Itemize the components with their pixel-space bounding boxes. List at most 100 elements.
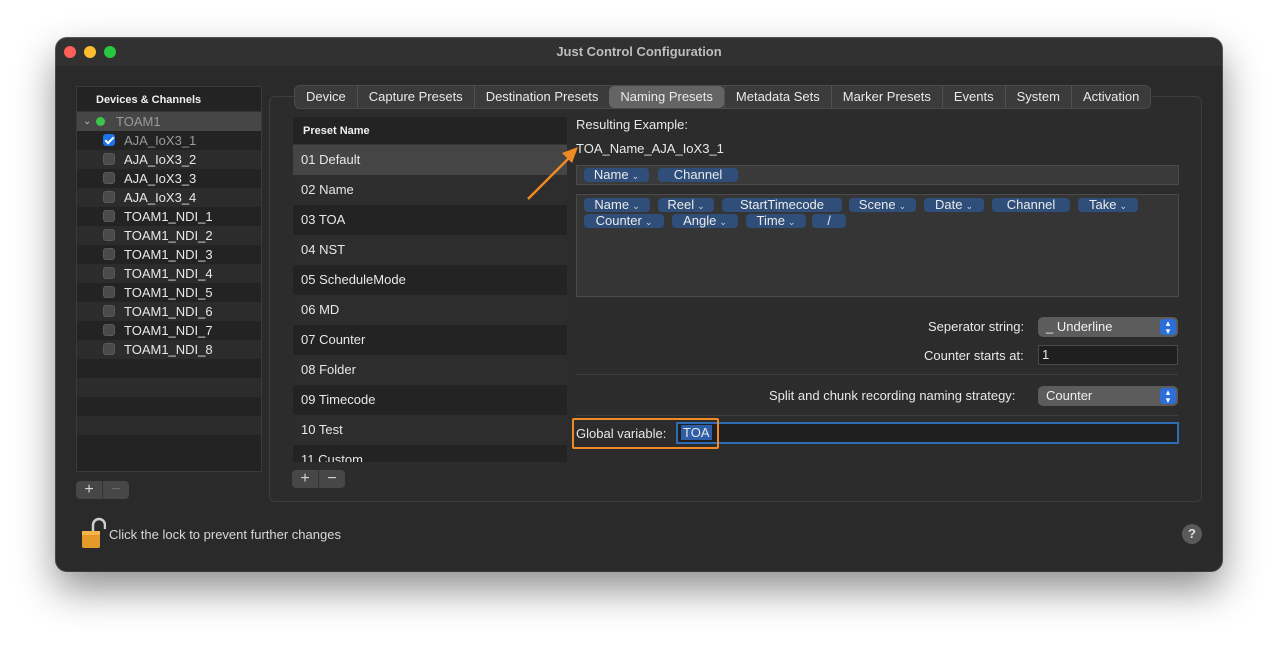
token-name[interactable]: Name ⌄: [584, 168, 649, 182]
token-take[interactable]: Take ⌄: [1078, 198, 1138, 212]
device-channel-row[interactable]: TOAM1_NDI_8: [77, 340, 261, 359]
status-dot-icon: [96, 117, 105, 126]
checkbox[interactable]: [103, 172, 115, 184]
device-channel-row[interactable]: AJA_IoX3_4: [77, 188, 261, 207]
device-channel-label: TOAM1_NDI_4: [124, 266, 213, 281]
preset-row[interactable]: 11 Custom: [293, 445, 567, 462]
token-channel[interactable]: Channel: [992, 198, 1070, 212]
chevron-down-icon: ⌄: [83, 116, 92, 127]
chevron-down-icon: ⌄: [1119, 201, 1127, 211]
checkbox[interactable]: [103, 191, 115, 203]
devices-header: Devices & Channels: [77, 87, 261, 112]
chevron-updown-icon: ▴ ▾: [1160, 319, 1176, 336]
checkbox[interactable]: [103, 343, 115, 355]
device-channel-row[interactable]: TOAM1_NDI_6: [77, 302, 261, 321]
chevron-down-icon: ⌄: [697, 201, 705, 211]
preset-row[interactable]: 06 MD: [293, 295, 567, 325]
window-title: Just Control Configuration: [556, 44, 722, 59]
preset-row[interactable]: 03 TOA: [293, 205, 567, 235]
token-scene[interactable]: Scene ⌄: [849, 198, 916, 212]
title-bar: Just Control Configuration: [56, 38, 1222, 66]
chevron-updown-icon: ▴ ▾: [1160, 388, 1176, 405]
checkbox[interactable]: [103, 324, 115, 336]
remove-device-button[interactable]: −: [102, 481, 129, 499]
device-channel-row[interactable]: TOAM1_NDI_4: [77, 264, 261, 283]
global-variable-field[interactable]: TOA: [676, 422, 1179, 444]
tab-naming-presets[interactable]: Naming Presets: [609, 86, 724, 108]
preset-row[interactable]: 08 Folder: [293, 355, 567, 385]
device-channel-label: TOAM1_NDI_1: [124, 209, 213, 224]
token-date[interactable]: Date ⌄: [924, 198, 984, 212]
preset-row[interactable]: 07 Counter: [293, 325, 567, 355]
token--[interactable]: /: [812, 214, 846, 228]
preset-row[interactable]: 09 Timecode: [293, 385, 567, 415]
tab-destination-presets[interactable]: Destination Presets: [473, 86, 610, 108]
tab-events[interactable]: Events: [941, 86, 1005, 108]
tab-activation[interactable]: Activation: [1070, 86, 1150, 108]
checkbox[interactable]: [103, 248, 115, 260]
token-starttimecode[interactable]: StartTimecode: [722, 198, 842, 212]
checkbox[interactable]: [103, 267, 115, 279]
token-counter[interactable]: Counter ⌄: [584, 214, 664, 228]
tab-device[interactable]: Device: [295, 86, 357, 108]
device-channel-row[interactable]: TOAM1_NDI_2: [77, 226, 261, 245]
token-angle[interactable]: Angle ⌄: [672, 214, 738, 228]
split-strategy-select[interactable]: Counter ▴ ▾: [1038, 386, 1178, 406]
chevron-down-icon: ⌄: [965, 201, 973, 211]
result-example: TOA_Name_AJA_IoX3_1: [576, 141, 724, 156]
chevron-down-icon: ⌄: [898, 201, 907, 211]
preset-row[interactable]: 05 ScheduleMode: [293, 265, 567, 295]
add-device-button[interactable]: +: [76, 481, 102, 499]
tab-marker-presets[interactable]: Marker Presets: [830, 86, 942, 108]
current-token-bar[interactable]: Name ⌄ Channel: [576, 165, 1179, 185]
token-time[interactable]: Time ⌄: [746, 214, 806, 228]
chevron-down-icon: ⌄: [719, 217, 727, 227]
device-channel-row[interactable]: AJA_IoX3_3: [77, 169, 261, 188]
device-group-label: TOAM1: [116, 114, 161, 129]
checkbox[interactable]: [103, 305, 115, 317]
annotation-arrow: [527, 147, 578, 200]
preset-row[interactable]: 10 Test: [293, 415, 567, 445]
device-channel-row[interactable]: TOAM1_NDI_7: [77, 321, 261, 340]
chevron-down-icon: ⌄: [787, 217, 796, 227]
token-reel[interactable]: Reel ⌄: [658, 198, 714, 212]
device-channel-row[interactable]: AJA_IoX3_1: [77, 131, 261, 150]
chevron-down-icon: ⌄: [631, 171, 640, 181]
preset-add-remove: + −: [292, 470, 345, 488]
device-channel-label: TOAM1_NDI_7: [124, 323, 213, 338]
lock-icon[interactable]: [80, 517, 106, 551]
checkbox[interactable]: [103, 134, 115, 146]
device-add-remove: + −: [76, 481, 129, 499]
device-channel-row[interactable]: TOAM1_NDI_3: [77, 245, 261, 264]
add-preset-button[interactable]: +: [292, 470, 318, 488]
preset-row[interactable]: 04 NST: [293, 235, 567, 265]
device-channel-label: TOAM1_NDI_2: [124, 228, 213, 243]
tab-system[interactable]: System: [1004, 86, 1071, 108]
remove-preset-button[interactable]: −: [318, 470, 345, 488]
token-channel[interactable]: Channel: [658, 168, 738, 182]
empty-row: [77, 397, 261, 416]
separator-label: Seperator string:: [928, 319, 1025, 334]
device-channel-row[interactable]: TOAM1_NDI_5: [77, 283, 261, 302]
highlight-box: [572, 418, 719, 449]
separator-select[interactable]: _ Underline ▴ ▾: [1038, 317, 1178, 337]
split-strategy-value: Counter: [1046, 388, 1093, 403]
checkbox[interactable]: [103, 210, 115, 222]
tab-metadata-sets[interactable]: Metadata Sets: [723, 86, 831, 108]
help-button[interactable]: ?: [1182, 524, 1202, 544]
tab-capture-presets[interactable]: Capture Presets: [356, 86, 474, 108]
split-label: Split and chunk recording naming strateg…: [769, 388, 1016, 403]
empty-row: [77, 378, 261, 397]
device-channel-row[interactable]: AJA_IoX3_2: [77, 150, 261, 169]
tab-bar: Device Capture Presets Destination Presets…: [294, 85, 1152, 109]
checkbox[interactable]: [103, 229, 115, 241]
checkbox[interactable]: [103, 286, 115, 298]
device-channel-label: AJA_IoX3_4: [124, 190, 197, 205]
token-name[interactable]: Name ⌄: [584, 198, 650, 212]
result-label: Resulting Example:: [576, 117, 688, 132]
device-group-toam1[interactable]: ⌄ TOAM1: [77, 112, 261, 131]
lock-text: Click the lock to prevent further change…: [109, 527, 341, 542]
checkbox[interactable]: [103, 153, 115, 165]
counter-start-field[interactable]: 1: [1038, 345, 1178, 365]
device-channel-row[interactable]: TOAM1_NDI_1: [77, 207, 261, 226]
